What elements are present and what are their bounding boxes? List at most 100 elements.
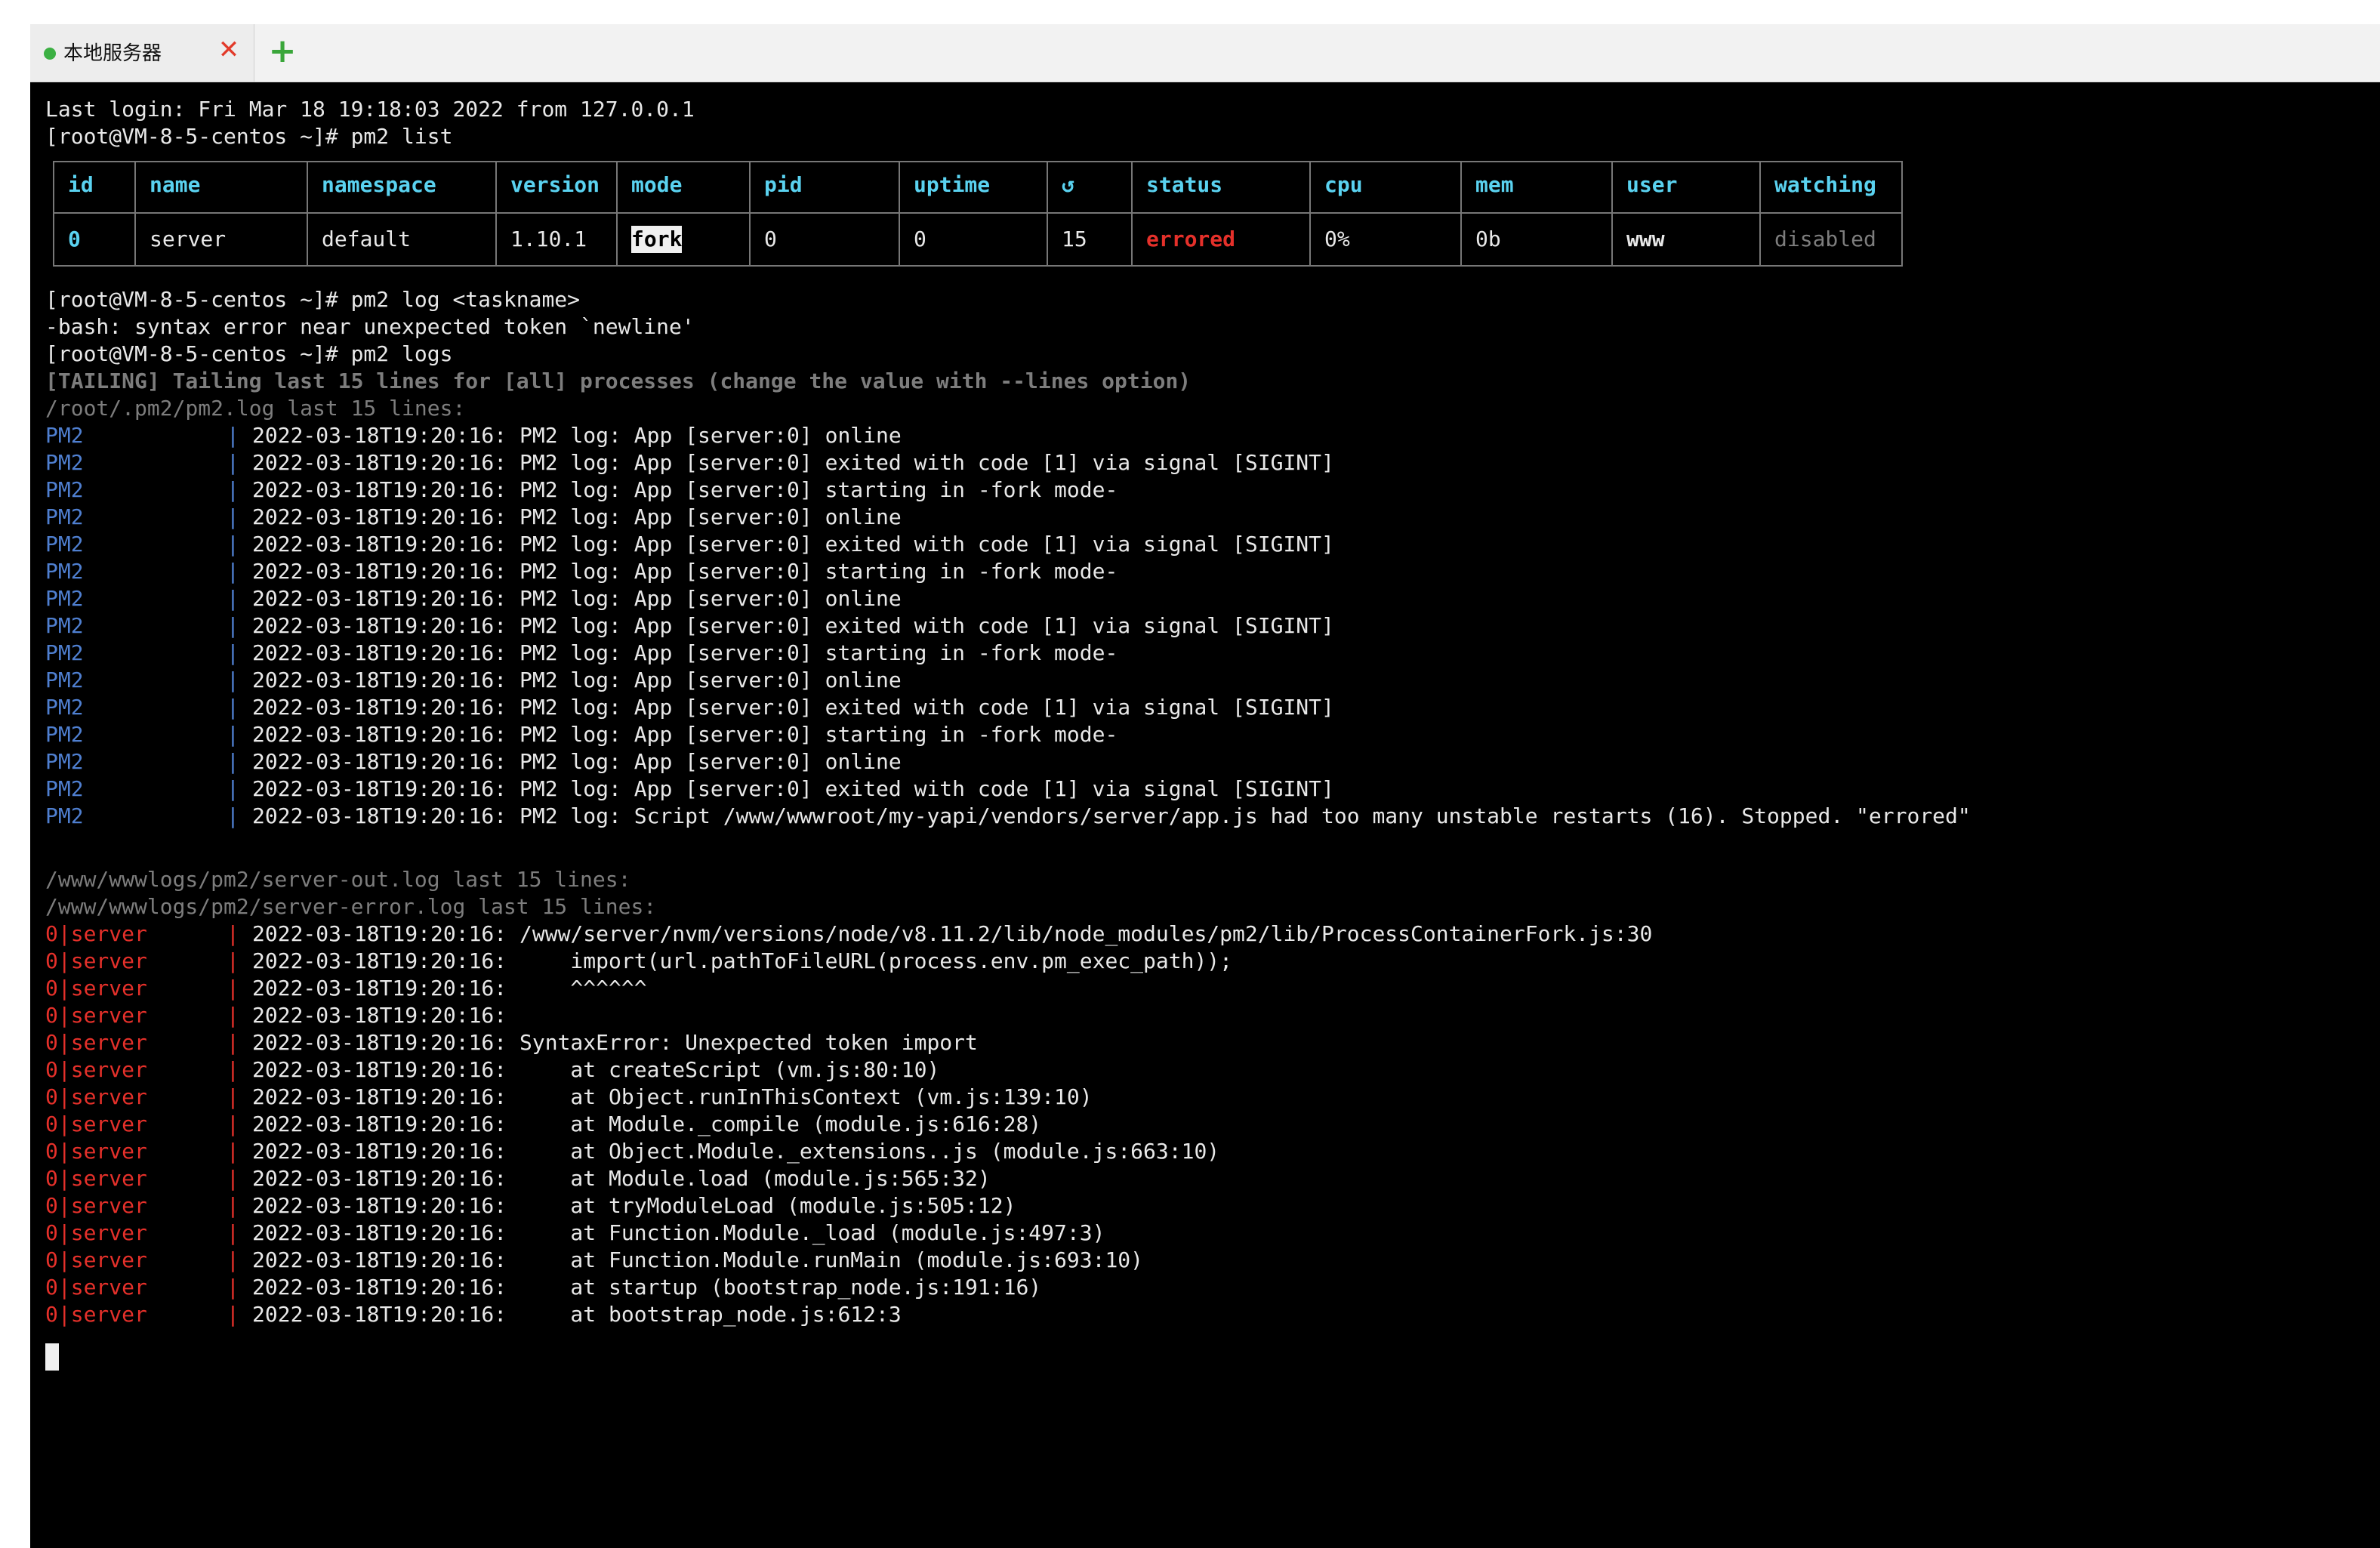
- log-text: 2022-03-18T19:20:16: at Module._compile …: [252, 1112, 1042, 1136]
- table-border: [1611, 161, 1613, 267]
- table-border: [749, 161, 751, 267]
- table-cell: disabled: [1774, 227, 1876, 251]
- table-cell: 15: [1062, 227, 1087, 251]
- table-border: [1131, 161, 1133, 267]
- table-cell: 0b: [1475, 227, 1501, 251]
- log-text: 2022-03-18T19:20:16: PM2 log: App [serve…: [252, 450, 1334, 475]
- log-separator: |: [227, 976, 239, 1001]
- server-prefix: 0|server: [45, 1302, 147, 1327]
- table-cell: errored: [1146, 227, 1236, 251]
- server-prefix: 0|server: [45, 976, 147, 1001]
- table-border: [1309, 161, 1311, 267]
- server-prefix: 0|server: [45, 921, 147, 946]
- log-separator: |: [227, 1030, 239, 1055]
- table-header: user: [1626, 172, 1678, 197]
- table-border: [1460, 161, 1462, 267]
- err-log-header: /www/wwwlogs/pm2/server-error.log last 1…: [45, 894, 657, 919]
- pm2-prefix: PM2: [45, 559, 84, 584]
- terminal-line: Last login: Fri Mar 18 19:18:03 2022 fro…: [45, 97, 695, 122]
- log-text: 2022-03-18T19:20:16: at bootstrap_node.j…: [252, 1302, 902, 1327]
- table-header: watching: [1774, 172, 1876, 197]
- pm2-prefix: PM2: [45, 803, 84, 828]
- log-text: 2022-03-18T19:20:16: PM2 log: App [serve…: [252, 749, 902, 774]
- log-separator: |: [227, 477, 239, 502]
- log-separator: |: [227, 423, 239, 448]
- out-log-header: /www/wwwlogs/pm2/server-out.log last 15 …: [45, 867, 631, 892]
- log-text: 2022-03-18T19:20:16: PM2 log: App [serve…: [252, 532, 1334, 557]
- log-separator: |: [227, 1139, 239, 1164]
- table-border: [1759, 161, 1761, 267]
- pm2-prefix: PM2: [45, 532, 84, 557]
- log-separator: |: [227, 450, 239, 475]
- terminal[interactable]: Last login: Fri Mar 18 19:18:03 2022 fro…: [30, 82, 2380, 1548]
- log-separator: |: [227, 668, 239, 692]
- pm2-prefix: PM2: [45, 586, 84, 611]
- tab-bar: 本地服务器 ✕ +: [30, 24, 2380, 82]
- table-header: namespace: [322, 172, 436, 197]
- close-icon[interactable]: ✕: [216, 35, 242, 65]
- log-separator: |: [227, 613, 239, 638]
- table-border: [1901, 161, 1903, 267]
- terminal-line: [root@VM-8-5-centos ~]# pm2 list: [45, 124, 453, 149]
- table-cell: 0: [764, 227, 777, 251]
- log-text: 2022-03-18T19:20:16: PM2 log: App [serve…: [252, 613, 1334, 638]
- table-header: status: [1146, 172, 1223, 197]
- log-text: 2022-03-18T19:20:16: at Function.Module.…: [252, 1247, 1144, 1272]
- table-cell: 1.10.1: [510, 227, 587, 251]
- table-border: [134, 161, 136, 267]
- server-prefix: 0|server: [45, 1057, 147, 1082]
- log-separator: |: [227, 1220, 239, 1245]
- tailing-line: [TAILING] Tailing last 15 lines for [all…: [45, 368, 1192, 393]
- table-header: uptime: [914, 172, 991, 197]
- pm2-prefix: PM2: [45, 504, 84, 529]
- table-border: [307, 161, 308, 267]
- table-header: ↺: [1062, 172, 1074, 197]
- log-text: 2022-03-18T19:20:16: PM2 log: App [serve…: [252, 722, 1118, 747]
- add-tab-icon[interactable]: +: [266, 33, 299, 69]
- table-border: [53, 212, 1901, 214]
- log-text: 2022-03-18T19:20:16: PM2 log: App [serve…: [252, 559, 1118, 584]
- server-prefix: 0|server: [45, 1275, 147, 1300]
- pm2-prefix: PM2: [45, 695, 84, 720]
- log-text: 2022-03-18T19:20:16: at Module.load (mod…: [252, 1166, 991, 1191]
- log-separator: |: [227, 532, 239, 557]
- log-separator: |: [227, 695, 239, 720]
- log-text: 2022-03-18T19:20:16:: [252, 1003, 507, 1028]
- server-prefix: 0|server: [45, 1030, 147, 1055]
- connection-status-icon: [44, 48, 56, 60]
- pm2-prefix: PM2: [45, 776, 84, 801]
- tab-local-server[interactable]: 本地服务器 ✕: [30, 24, 254, 82]
- table-border: [616, 161, 618, 267]
- table-border: [495, 161, 497, 267]
- log-text: 2022-03-18T19:20:16: PM2 log: App [serve…: [252, 504, 902, 529]
- server-prefix: 0|server: [45, 1166, 147, 1191]
- log-separator: |: [227, 749, 239, 774]
- table-border: [899, 161, 900, 267]
- table-cell: 0: [914, 227, 926, 251]
- log-text: 2022-03-18T19:20:16: PM2 log: App [serve…: [252, 477, 1118, 502]
- pm2-prefix: PM2: [45, 477, 84, 502]
- log-separator: |: [227, 504, 239, 529]
- server-prefix: 0|server: [45, 1220, 147, 1245]
- log-text: 2022-03-18T19:20:16: PM2 log: App [serve…: [252, 586, 902, 611]
- log-separator: |: [227, 640, 239, 665]
- log-text: 2022-03-18T19:20:16: PM2 log: App [serve…: [252, 640, 1118, 665]
- pm2-prefix: PM2: [45, 749, 84, 774]
- log-text: 2022-03-18T19:20:16: PM2 log: App [serve…: [252, 776, 1334, 801]
- log-text: 2022-03-18T19:20:16: at Object.runInThis…: [252, 1084, 1093, 1109]
- server-prefix: 0|server: [45, 1084, 147, 1109]
- log-separator: |: [227, 921, 239, 946]
- terminal-line: [root@VM-8-5-centos ~]# pm2 logs: [45, 341, 453, 366]
- table-header: mode: [631, 172, 683, 197]
- table-cell: 0%: [1324, 227, 1350, 251]
- log-separator: |: [227, 948, 239, 973]
- log-text: 2022-03-18T19:20:16: PM2 log: App [serve…: [252, 695, 1334, 720]
- table-border: [53, 265, 1901, 267]
- pm2-prefix: PM2: [45, 640, 84, 665]
- log-text: 2022-03-18T19:20:16: PM2 log: App [serve…: [252, 668, 902, 692]
- log-separator: |: [227, 722, 239, 747]
- server-prefix: 0|server: [45, 1003, 147, 1028]
- terminal-line: -bash: syntax error near unexpected toke…: [45, 314, 695, 339]
- log-separator: |: [227, 1193, 239, 1218]
- log-text: 2022-03-18T19:20:16: at createScript (vm…: [252, 1057, 940, 1082]
